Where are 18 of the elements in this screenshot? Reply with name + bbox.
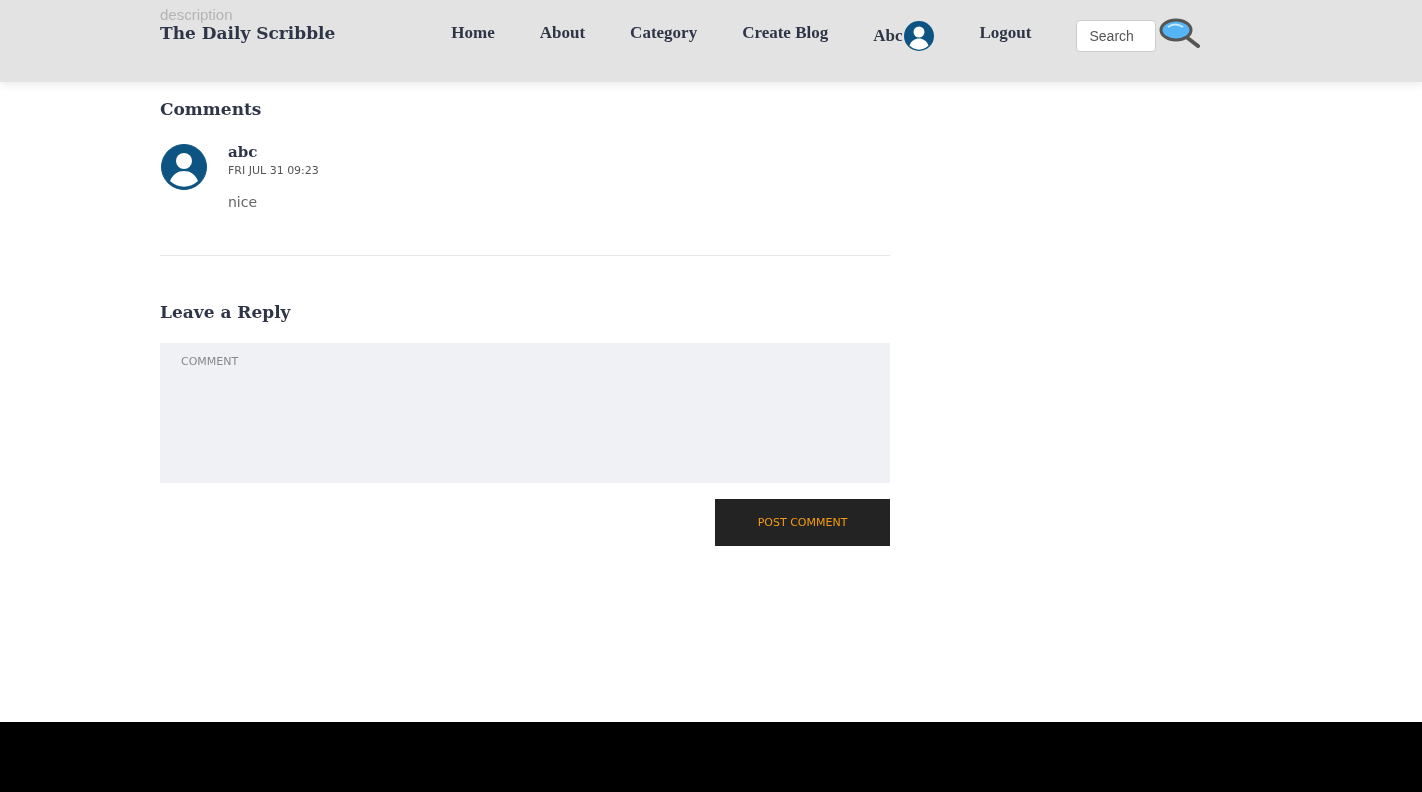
site-title[interactable]: The Daily Scribble <box>160 23 336 43</box>
search-icon[interactable] <box>1159 18 1202 48</box>
user-avatar-icon <box>160 143 208 191</box>
search-field[interactable]: Search <box>1076 20 1157 52</box>
nav-link[interactable]: Home <box>451 23 495 43</box>
user-menu[interactable]: Abc <box>873 18 935 54</box>
comments-heading: Comments <box>160 99 263 119</box>
user-avatar-icon <box>902 20 935 52</box>
nav-link[interactable]: Create Blog <box>742 23 829 43</box>
reply-heading: Leave a Reply <box>160 302 292 322</box>
comment-field[interactable]: COMMENT <box>160 343 890 483</box>
nav-link[interactable]: Logout <box>979 23 1032 43</box>
nav-link[interactable]: Category <box>630 23 698 43</box>
comment-author: abc <box>228 143 259 161</box>
comment-text: nice <box>228 194 259 210</box>
post-comment-button[interactable]: POST COMMENT <box>715 499 890 546</box>
nav-link[interactable]: About <box>539 23 586 43</box>
comment-date: FRI JUL 31 09:23 <box>228 164 319 177</box>
